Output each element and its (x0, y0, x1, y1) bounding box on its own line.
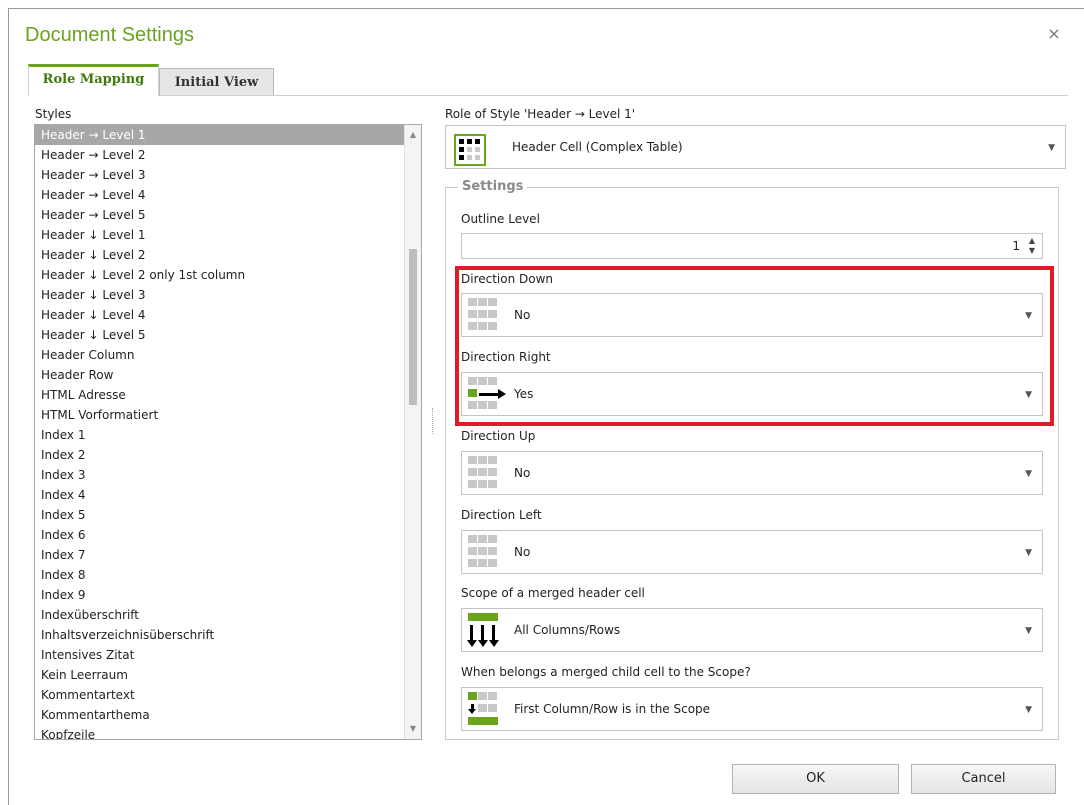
list-item[interactable]: Header ↓ Level 5 (35, 325, 405, 345)
role-label: Role of Style 'Header → Level 1' (445, 107, 636, 121)
chevron-down-icon: ▼ (1048, 143, 1055, 153)
list-item[interactable]: Index 3 (35, 465, 405, 485)
direction-down-value: No (514, 308, 531, 322)
spinner-arrows-icon[interactable]: ▲ ▼ (1026, 236, 1038, 256)
list-item[interactable]: Header Column (35, 345, 405, 365)
list-item[interactable]: Index 5 (35, 505, 405, 525)
ok-button[interactable]: OK (732, 764, 899, 794)
list-item[interactable]: Index 9 (35, 585, 405, 605)
role-dropdown-value: Header Cell (Complex Table) (512, 140, 683, 154)
scroll-thumb[interactable] (409, 249, 417, 405)
list-item[interactable]: Index 4 (35, 485, 405, 505)
list-item[interactable]: Index 2 (35, 445, 405, 465)
list-item[interactable]: Index 1 (35, 425, 405, 445)
direction-left-dropdown[interactable]: No ▼ (461, 530, 1043, 574)
list-item[interactable]: Indexüberschrift (35, 605, 405, 625)
cancel-button[interactable]: Cancel (911, 764, 1056, 794)
direction-left-value: No (514, 545, 531, 559)
list-item[interactable]: Header ↓ Level 3 (35, 285, 405, 305)
dialog-title: Document Settings (25, 24, 194, 46)
chevron-down-icon: ▼ (1025, 469, 1032, 479)
styles-list: Header → Level 1 Header → Level 2 Header →… (35, 125, 405, 739)
list-item[interactable]: Header ↓ Level 1 (35, 225, 405, 245)
chevron-down-icon: ▼ (1025, 311, 1032, 321)
all-columns-down-icon (467, 613, 508, 649)
list-item[interactable]: Kommentarthema (35, 705, 405, 725)
list-item[interactable]: Index 7 (35, 545, 405, 565)
list-item[interactable]: Index 6 (35, 525, 405, 545)
direction-down-label: Direction Down (461, 272, 554, 286)
outline-level-value: 1 (1012, 239, 1020, 253)
direction-up-value: No (514, 466, 531, 480)
scope-label: Scope of a merged header cell (461, 586, 645, 600)
tab-role-mapping[interactable]: Role Mapping (28, 64, 159, 96)
direction-right-dropdown[interactable]: Yes ▼ (461, 372, 1043, 416)
styles-scrollbar[interactable]: ▲ ▼ (404, 125, 421, 739)
grid-arrow-right-icon (468, 377, 508, 413)
scope-dropdown[interactable]: All Columns/Rows ▼ (461, 608, 1043, 652)
child-scope-dropdown[interactable]: First Column/Row is in the Scope ▼ (461, 687, 1043, 731)
list-item[interactable]: Header ↓ Level 2 (35, 245, 405, 265)
list-item[interactable]: Kommentartext (35, 685, 405, 705)
list-item[interactable]: Inhaltsverzeichnisüberschrift (35, 625, 405, 645)
direction-up-label: Direction Up (461, 429, 536, 443)
tab-initial-view[interactable]: Initial View (159, 68, 274, 96)
list-item[interactable]: Header ↓ Level 2 only 1st column (35, 265, 405, 285)
list-item[interactable]: Header → Level 4 (35, 185, 405, 205)
list-item[interactable]: Header → Level 1 (35, 125, 405, 145)
role-dropdown[interactable]: Header Cell (Complex Table) ▼ (445, 125, 1066, 169)
direction-down-dropdown[interactable]: No ▼ (461, 293, 1043, 337)
list-item[interactable]: HTML Vorformatiert (35, 405, 405, 425)
tab-divider (28, 95, 1068, 96)
chevron-down-icon: ▼ (1025, 390, 1032, 400)
list-item[interactable]: Index 8 (35, 565, 405, 585)
list-item[interactable]: Header → Level 3 (35, 165, 405, 185)
header-cell-icon (454, 134, 486, 166)
styles-listbox[interactable]: Header → Level 1 Header → Level 2 Header →… (34, 124, 422, 740)
grid-no-icon (468, 298, 508, 334)
first-column-scope-icon (468, 692, 508, 728)
outline-level-label: Outline Level (461, 212, 540, 226)
grid-no-icon (468, 456, 508, 492)
direction-right-label: Direction Right (461, 350, 551, 364)
settings-legend: Settings (458, 179, 528, 194)
child-scope-label: When belongs a merged child cell to the … (461, 665, 751, 679)
direction-left-label: Direction Left (461, 508, 542, 522)
list-item[interactable]: Header Row (35, 365, 405, 385)
chevron-down-icon: ▼ (1025, 626, 1032, 636)
direction-right-value: Yes (514, 387, 534, 401)
styles-label: Styles (35, 107, 72, 121)
outline-level-spinner[interactable]: 1 ▲ ▼ (461, 233, 1043, 259)
list-item[interactable]: Header → Level 2 (35, 145, 405, 165)
list-item[interactable]: Kopfzeile (35, 725, 405, 739)
direction-up-dropdown[interactable]: No ▼ (461, 451, 1043, 495)
scope-value: All Columns/Rows (514, 623, 621, 637)
child-scope-value: First Column/Row is in the Scope (514, 702, 711, 716)
list-item[interactable]: Intensives Zitat (35, 645, 405, 665)
close-icon[interactable]: × (1046, 26, 1062, 42)
chevron-down-icon: ▼ (1025, 705, 1032, 715)
scroll-up-icon[interactable]: ▲ (405, 127, 421, 143)
grid-no-icon (468, 535, 508, 571)
list-item[interactable]: HTML Adresse (35, 385, 405, 405)
chevron-down-icon: ▼ (1025, 548, 1032, 558)
scroll-down-icon[interactable]: ▼ (405, 721, 421, 737)
list-item[interactable]: Header ↓ Level 4 (35, 305, 405, 325)
list-item[interactable]: Kein Leerraum (35, 665, 405, 685)
list-item[interactable]: Header → Level 5 (35, 205, 405, 225)
pane-splitter[interactable] (432, 408, 434, 434)
